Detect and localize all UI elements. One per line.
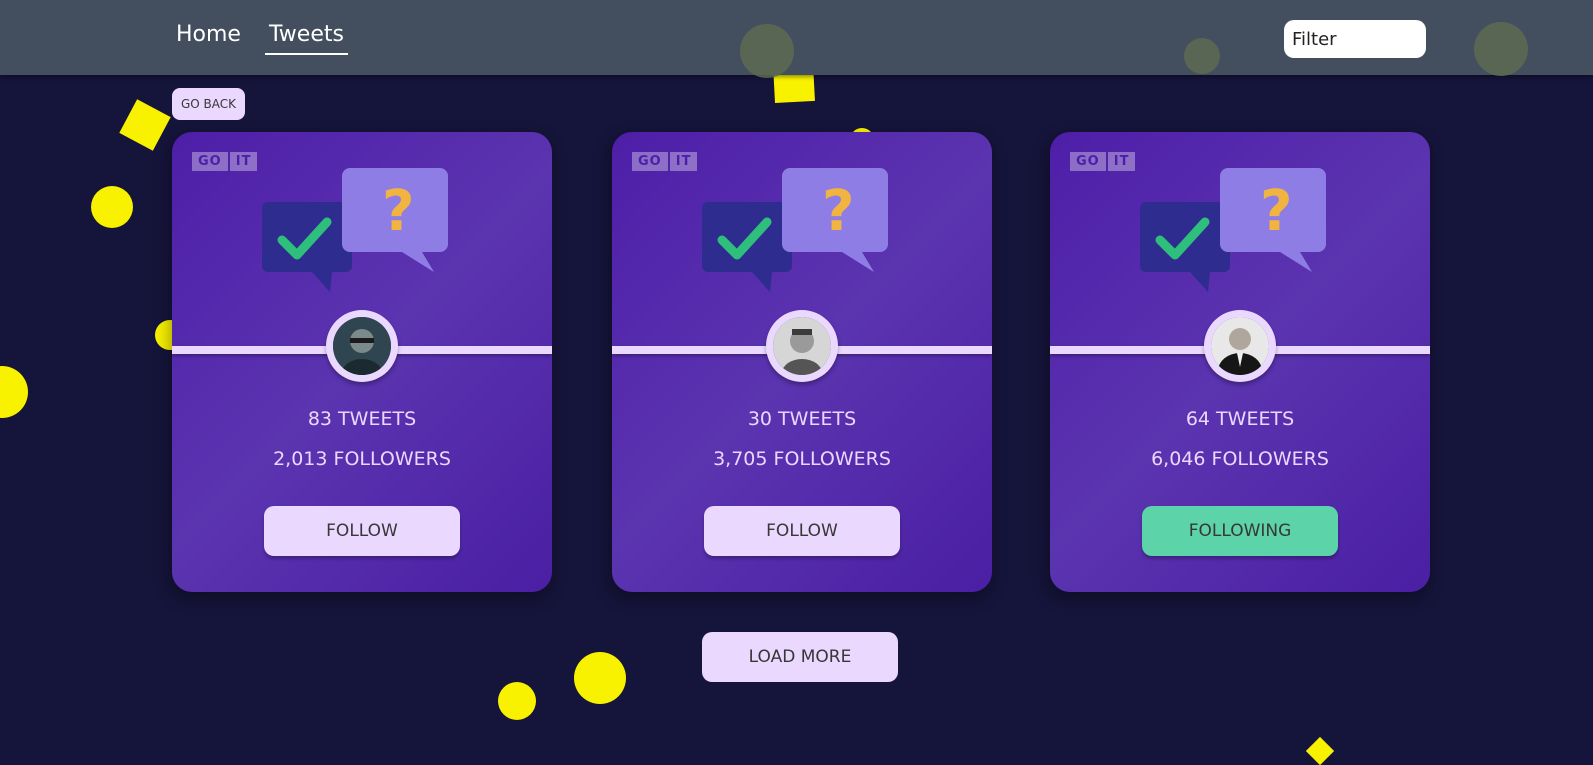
chat-bubbles-illustration: ? <box>1140 168 1326 292</box>
svg-text:?: ? <box>382 179 414 244</box>
decorative-circle <box>0 366 28 418</box>
following-button[interactable]: FOLLOWING <box>1142 506 1338 556</box>
nav-tweets-link[interactable]: Tweets <box>265 22 348 55</box>
goit-logo: GO IT <box>192 152 258 171</box>
filter-input[interactable] <box>1284 20 1426 58</box>
top-navbar: Home Tweets <box>0 0 1593 75</box>
go-back-button[interactable]: GO BACK <box>172 88 246 120</box>
followers-count: 2,013 FOLLOWERS <box>273 448 451 470</box>
decorative-circle <box>498 682 536 720</box>
logo-go-text: GO <box>632 152 668 171</box>
load-more-button[interactable]: LOAD MORE <box>702 632 898 682</box>
user-avatar-icon <box>333 317 391 375</box>
nav-home-link[interactable]: Home <box>176 22 241 47</box>
chat-bubbles-illustration: ? <box>262 168 448 292</box>
user-card: GO IT ? 83 TWEETS 2,013 FOLLOWERS FOLLOW <box>172 132 552 592</box>
user-avatar-icon <box>1211 317 1269 375</box>
tweets-count: 30 TWEETS <box>747 408 857 430</box>
avatar <box>766 310 838 382</box>
avatar <box>326 310 398 382</box>
decorative-circle <box>574 652 626 704</box>
svg-text:?: ? <box>1260 179 1292 244</box>
avatar <box>1204 310 1276 382</box>
decorative-circle <box>91 186 133 228</box>
followers-count: 6,046 FOLLOWERS <box>1151 448 1329 470</box>
decorative-circle <box>1184 38 1220 74</box>
follow-button[interactable]: FOLLOW <box>704 506 900 556</box>
decorative-circle <box>1474 22 1528 76</box>
goit-logo: GO IT <box>632 152 698 171</box>
user-card: GO IT ? 30 TWEETS 3,705 FOLLOWERS FOLLOW <box>612 132 992 592</box>
chat-bubbles-illustration: ? <box>702 168 888 292</box>
goit-logo: GO IT <box>1070 152 1136 171</box>
tweets-count: 64 TWEETS <box>1185 408 1295 430</box>
user-avatar-icon <box>773 317 831 375</box>
svg-text:?: ? <box>822 179 854 244</box>
follow-button[interactable]: FOLLOW <box>264 506 460 556</box>
logo-go-text: GO <box>1070 152 1106 171</box>
decorative-circle <box>740 24 794 78</box>
tweets-count: 83 TWEETS <box>307 408 417 430</box>
followers-count: 3,705 FOLLOWERS <box>713 448 891 470</box>
user-card: GO IT ? 64 TWEETS 6,046 FOLLOWERS FOLLOW… <box>1050 132 1430 592</box>
decorative-square <box>119 99 171 151</box>
logo-go-text: GO <box>192 152 228 171</box>
